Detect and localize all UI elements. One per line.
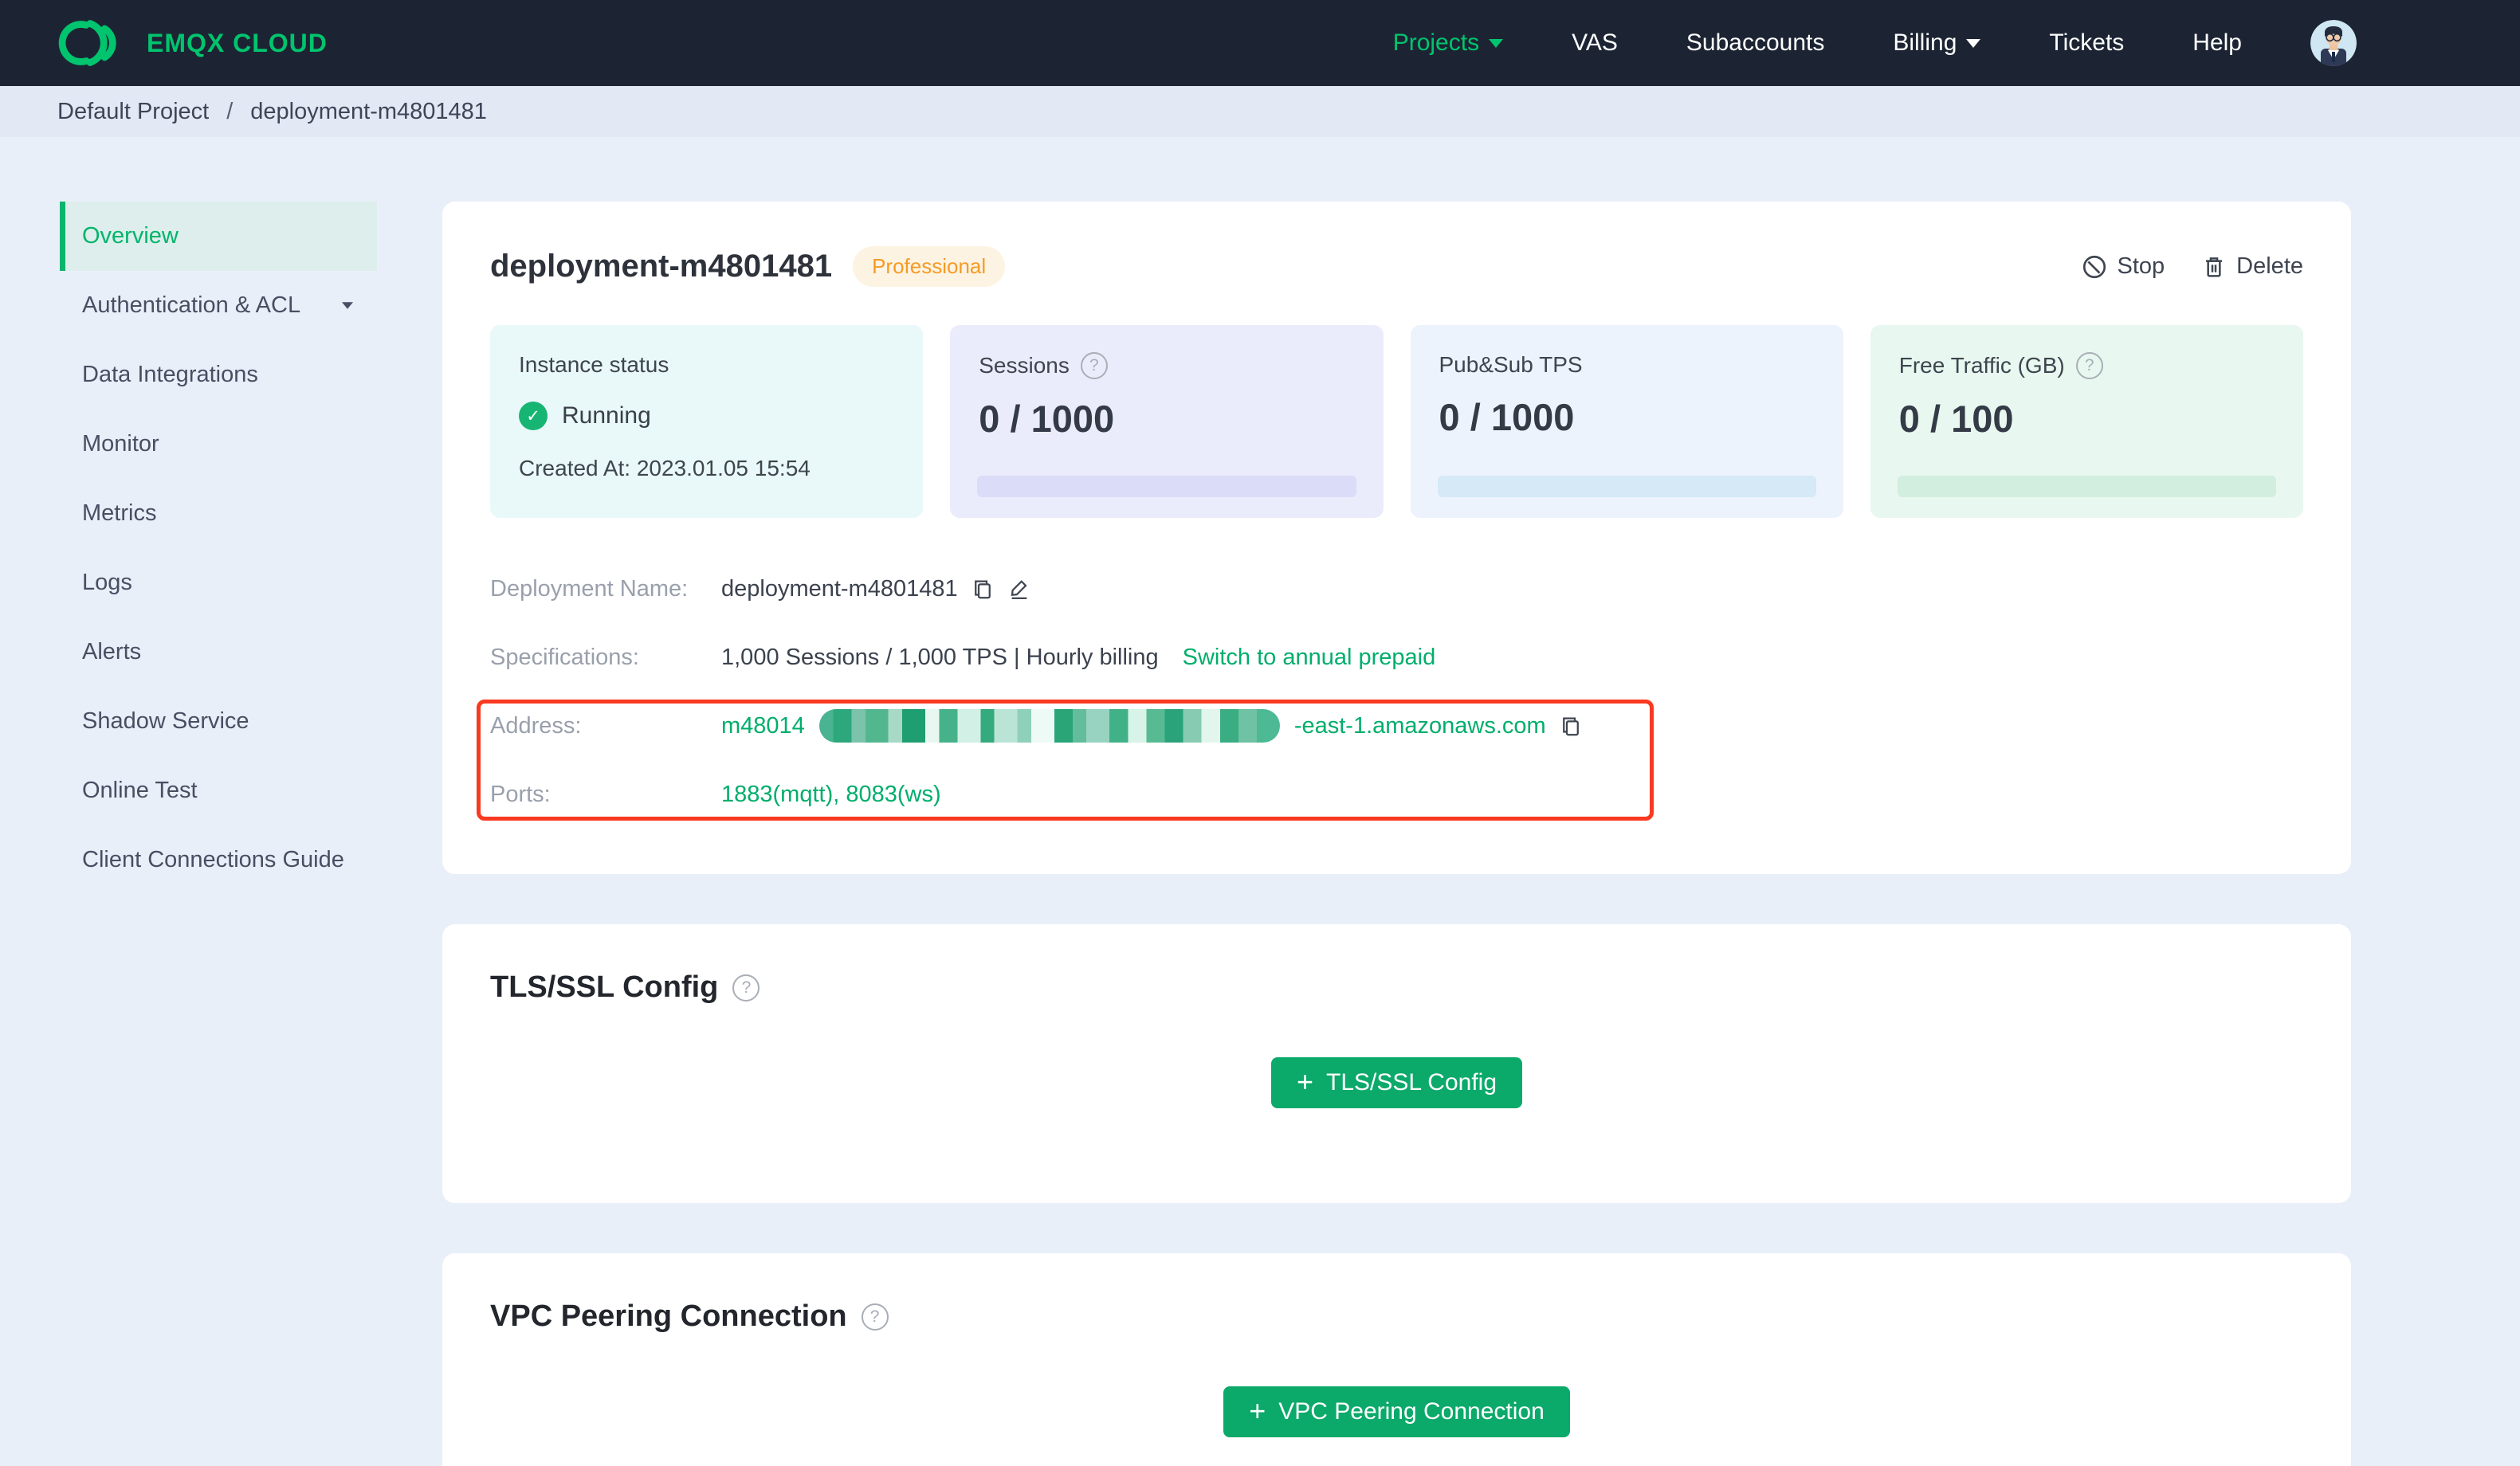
sidebar-item-authentication-acl[interactable]: Authentication & ACL [60, 271, 377, 340]
user-avatar[interactable] [2310, 20, 2357, 66]
deployment-name-value: deployment-m4801481 [721, 575, 958, 602]
sidebar-item-alerts[interactable]: Alerts [60, 617, 377, 687]
pubsub-tps-card: Pub&Sub TPS 0 / 1000 [1410, 325, 1843, 518]
page-content: Overview Authentication & ACL Data Integ… [0, 137, 2520, 1466]
stop-button[interactable]: Stop [2081, 253, 2165, 280]
breadcrumb-root[interactable]: Default Project [57, 99, 209, 125]
brand-logo[interactable]: EMQX CLOUD [56, 18, 328, 68]
sessions-label: Sessions [979, 353, 1070, 378]
trash-icon [2201, 254, 2227, 280]
emqx-logo-icon [56, 18, 126, 68]
free-traffic-label: Free Traffic (GB) [1898, 353, 2065, 378]
help-icon[interactable]: ? [2075, 352, 2103, 379]
deployment-name-label: Deployment Name: [490, 575, 689, 602]
created-at: Created At: 2023.01.05 15:54 [519, 456, 811, 480]
sessions-value: 0 / 1000 [979, 398, 1115, 440]
specifications-label: Specifications: [490, 644, 639, 670]
chevron-down-icon [341, 302, 354, 309]
help-icon[interactable]: ? [1080, 352, 1108, 379]
vpc-peering-title: VPC Peering Connection [490, 1299, 847, 1333]
plus-icon: + [1249, 1393, 1266, 1427]
chevron-down-icon [1966, 38, 1981, 48]
sessions-card: Sessions ? 0 / 1000 [950, 325, 1384, 518]
pubsub-tps-label: Pub&Sub TPS [1439, 352, 1583, 377]
chevron-down-icon [1489, 38, 1504, 48]
connection-info-group: Address: m48014 -east-1.amazonaws.com Po… [477, 692, 2303, 829]
sidebar-item-overview[interactable]: Overview [60, 202, 377, 271]
breadcrumb: Default Project / deployment-m4801481 [0, 86, 2520, 137]
sidebar-item-online-test[interactable]: Online Test [60, 756, 377, 825]
brand-name: EMQX CLOUD [147, 28, 328, 57]
free-traffic-value: 0 / 100 [1898, 398, 2014, 440]
ports-label: Ports: [490, 781, 551, 807]
top-nav: EMQX CLOUD Projects VAS Subaccounts Bill… [0, 0, 2520, 86]
deployment-title: deployment-m4801481 [490, 249, 833, 284]
specifications-value: 1,000 Sessions / 1,000 TPS | Hourly bill… [721, 644, 1159, 670]
plan-badge: Professional [853, 246, 1006, 287]
nav-item-subaccounts[interactable]: Subaccounts [1686, 29, 1824, 57]
nav-item-vas[interactable]: VAS [1572, 29, 1618, 57]
instance-status-card: Instance status ✓ Running Created At: 20… [490, 325, 924, 518]
copy-icon[interactable] [971, 577, 995, 601]
breadcrumb-current: deployment-m4801481 [250, 98, 487, 124]
vpc-peering-panel: VPC Peering Connection ? + VPC Peering C… [442, 1253, 2351, 1466]
delete-button[interactable]: Delete [2201, 253, 2303, 280]
copy-icon[interactable] [1559, 714, 1583, 738]
sidebar-item-client-connections-guide[interactable]: Client Connections Guide [60, 825, 377, 895]
sidebar-item-shadow-service[interactable]: Shadow Service [60, 687, 377, 756]
nav-item-billing[interactable]: Billing [1893, 29, 1981, 57]
pubsub-tps-value: 0 / 1000 [1439, 396, 1575, 438]
overview-panel: deployment-m4801481 Professional Stop De… [442, 202, 2351, 874]
tls-ssl-panel: TLS/SSL Config ? + TLS/SSL Config [442, 924, 2351, 1203]
help-icon[interactable]: ? [861, 1303, 889, 1331]
nav-item-tickets[interactable]: Tickets [2049, 29, 2124, 57]
pubsub-tps-progressbar [1437, 476, 1816, 497]
add-tls-ssl-config-button[interactable]: + TLS/SSL Config [1270, 1057, 1523, 1108]
metric-cards: Instance status ✓ Running Created At: 20… [490, 325, 2303, 518]
sidebar-item-monitor[interactable]: Monitor [60, 410, 377, 479]
breadcrumb-separator: / [226, 98, 234, 124]
plus-icon: + [1296, 1064, 1314, 1098]
stop-icon [2081, 253, 2108, 280]
nav-item-help[interactable]: Help [2192, 29, 2242, 57]
main-area: deployment-m4801481 Professional Stop De… [442, 202, 2351, 1466]
address-suffix: -east-1.amazonaws.com [1293, 712, 1546, 739]
address-prefix: m48014 [721, 712, 805, 739]
address-label: Address: [490, 712, 582, 739]
sessions-progressbar [977, 476, 1356, 497]
deployment-info: Deployment Name: deployment-m4801481 Spe… [477, 555, 2303, 829]
edit-icon[interactable] [1007, 577, 1031, 601]
ports-value: 1883(mqtt), 8083(ws) [721, 781, 941, 807]
free-traffic-progressbar [1897, 476, 2276, 497]
address-redaction-mosaic [818, 709, 1280, 743]
sidebar-item-metrics[interactable]: Metrics [60, 479, 377, 548]
add-vpc-peering-button[interactable]: + VPC Peering Connection [1223, 1386, 1570, 1437]
nav-menu: Projects VAS Subaccounts Billing Tickets… [1393, 20, 2357, 66]
running-check-icon: ✓ [519, 402, 548, 430]
free-traffic-card: Free Traffic (GB) ? 0 / 100 [1870, 325, 2303, 518]
sidebar: Overview Authentication & ACL Data Integ… [60, 202, 377, 895]
tls-ssl-title: TLS/SSL Config [490, 970, 719, 1004]
sidebar-item-logs[interactable]: Logs [60, 548, 377, 617]
switch-annual-prepaid-link[interactable]: Switch to annual prepaid [1183, 645, 1436, 671]
instance-status-label: Instance status [519, 352, 669, 377]
nav-item-projects[interactable]: Projects [1393, 29, 1504, 57]
help-icon[interactable]: ? [732, 974, 760, 1002]
sidebar-item-data-integrations[interactable]: Data Integrations [60, 340, 377, 410]
status-value: Running [562, 402, 651, 429]
